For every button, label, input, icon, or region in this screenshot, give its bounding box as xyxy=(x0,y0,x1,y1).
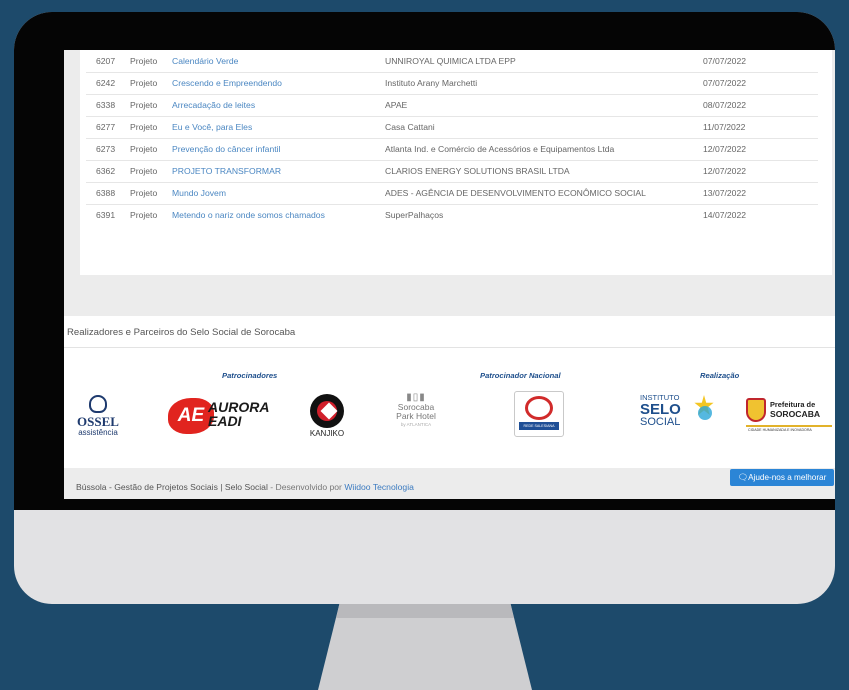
project-organization: Casa Cattani xyxy=(385,116,703,139)
project-id: 6207 xyxy=(86,50,130,73)
monitor-stand-shadow xyxy=(336,604,514,618)
table-row: 6388 Projeto Mundo Jovem ADES - AGÊNCIA DE … xyxy=(86,182,818,205)
project-date: 07/07/2022 xyxy=(703,50,818,73)
project-id: 6338 xyxy=(86,94,130,117)
project-date: 08/07/2022 xyxy=(703,94,818,117)
table-row: 6391 Projeto Metendo o nariz onde somos ch… xyxy=(86,204,818,226)
selo-dot-icon xyxy=(698,406,712,420)
project-name-link[interactable]: Arrecadação de leites xyxy=(172,94,385,117)
project-id: 6388 xyxy=(86,182,130,205)
project-organization: UNNIROYAL QUIMICA LTDA EPP xyxy=(385,50,703,73)
project-date: 12/07/2022 xyxy=(703,160,818,183)
selo-line2: SELO xyxy=(640,401,681,418)
project-date: 13/07/2022 xyxy=(703,182,818,205)
project-type: Projeto xyxy=(130,210,158,221)
project-type: Projeto xyxy=(130,160,172,183)
project-organization: Instituto Arany Marchetti xyxy=(385,72,703,95)
project-name-link[interactable]: Metendo o nariz onde somos chamados xyxy=(172,204,385,226)
park-hotel-logo[interactable]: ▮▯▮ Sorocaba Park Hotel by ATLANTICA xyxy=(386,392,446,427)
selo-text: INSTITUTO SELO SOCIAL xyxy=(640,392,681,428)
project-name-link[interactable]: Mundo Jovem xyxy=(172,182,385,205)
project-type: Projeto xyxy=(130,116,172,139)
monitor-bezel: 6207 Projeto Calendário Verde UNNIROYAL QUI… xyxy=(14,12,835,510)
project-date: 11/07/2022 xyxy=(703,116,818,139)
category-realization: Realização xyxy=(700,371,740,380)
project-name-link[interactable]: PROJETO TRANSFORMAR xyxy=(172,160,385,183)
prefeitura-tagline: CIDADE HUMANIZADA E INOVADORA xyxy=(748,428,812,432)
kanjiko-logo[interactable]: KANJIKO xyxy=(300,394,354,438)
footer-brand: Bússola - Gestão de Projetos Sociais | S… xyxy=(76,482,268,492)
project-organization: SuperPalhaços xyxy=(385,210,444,221)
help-improve-button[interactable]: 🗨Ajude-nos a melhorar xyxy=(730,469,834,486)
footer-developer-link[interactable]: Wiidoo Tecnologia xyxy=(344,482,414,492)
project-name-link[interactable]: Calendário Verde xyxy=(172,50,385,73)
instituto-selo-social-logo[interactable]: INSTITUTO SELO SOCIAL xyxy=(640,392,716,438)
project-organization: ADES - AGÊNCIA DE DESENVOLVIMENTO ECONÔM… xyxy=(385,182,703,205)
city-crest-icon xyxy=(746,398,766,422)
rede-salesiana-emblem-icon xyxy=(525,396,553,420)
selo-line3: SOCIAL xyxy=(640,416,681,428)
park-hotel-line2: Park Hotel xyxy=(396,411,436,421)
table-row: 6362 Projeto PROJETO TRANSFORMAR CLARIOS EN… xyxy=(86,160,818,183)
chat-icon: 🗨 xyxy=(737,473,749,482)
projects-panel: 6207 Projeto Calendário Verde UNNIROYAL QUI… xyxy=(80,50,832,275)
ossel-name: OSSEL xyxy=(77,414,119,429)
projects-table: 6207 Projeto Calendário Verde UNNIROYAL QUI… xyxy=(86,50,818,226)
project-date: 14/07/2022 xyxy=(703,210,747,221)
table-row: 6242 Projeto Crescendo e Empreendendo Insti… xyxy=(86,72,818,95)
prefeitura-line1: Prefeitura de xyxy=(770,400,816,409)
ossel-logo[interactable]: OSSEL assistência xyxy=(68,395,128,437)
project-name-link[interactable]: Eu e Você, para Eles xyxy=(172,116,385,139)
table-row: 6273 Projeto Prevenção do câncer infantil A… xyxy=(86,138,818,161)
project-id: 6273 xyxy=(86,138,130,161)
partners-logos: Patrocinadores Patrocinador Nacional Rea… xyxy=(64,348,835,468)
project-date: 07/07/2022 xyxy=(703,72,818,95)
kanjiko-name: KANJIKO xyxy=(309,429,345,438)
category-sponsors: Patrocinadores xyxy=(222,371,278,380)
project-date: 12/07/2022 xyxy=(703,138,818,161)
ossel-emblem-icon xyxy=(89,395,107,413)
project-id: 6362 xyxy=(86,160,130,183)
category-national-sponsor: Patrocinador Nacional xyxy=(480,371,561,380)
aurora-line2: EADI xyxy=(208,413,242,429)
aurora-eadi-logo[interactable]: AE AURORA EADI xyxy=(168,396,280,436)
table-row: 6207 Projeto Calendário Verde UNNIROYAL QUI… xyxy=(86,50,818,73)
monitor: 6207 Projeto Calendário Verde UNNIROYAL QUI… xyxy=(14,12,835,604)
table-row: 6277 Projeto Eu e Você, para Eles Casa Catt… xyxy=(86,116,818,139)
prefeitura-divider xyxy=(746,425,832,427)
project-id: 6391 xyxy=(96,210,116,221)
prefeitura-line2: SOROCABA xyxy=(770,409,821,419)
footer-developed-by: - Desenvolvido por xyxy=(267,482,345,492)
aurora-text: AURORA EADI xyxy=(208,400,269,428)
partners-heading: Realizadores e Parceiros do Selo Social … xyxy=(64,316,835,348)
aurora-line1: AURORA xyxy=(208,399,270,415)
table-row: 6338 Projeto Arrecadação de leites APAE 08/0… xyxy=(86,94,818,117)
rede-salesiana-logo[interactable]: REDE SALESIANA BRASIL xyxy=(514,391,564,437)
project-id: 6242 xyxy=(86,72,130,95)
screen: 6207 Projeto Calendário Verde UNNIROYAL QUI… xyxy=(64,50,835,499)
project-type: Projeto xyxy=(130,182,172,205)
project-organization: APAE xyxy=(385,94,703,117)
project-organization: Atlanta Ind. e Comércio de Acessórios e … xyxy=(385,138,703,161)
project-organization: CLARIOS ENERGY SOLUTIONS BRASIL LTDA xyxy=(385,160,703,183)
park-hotel-sub: by ATLANTICA xyxy=(400,422,432,427)
project-id: 6277 xyxy=(86,116,130,139)
project-type: Projeto xyxy=(130,138,172,161)
project-type: Projeto xyxy=(130,94,172,117)
footer: Bússola - Gestão de Projetos Sociais | S… xyxy=(64,468,835,499)
ossel-subtitle: assistência xyxy=(78,428,118,437)
project-name-link[interactable]: Crescendo e Empreendendo xyxy=(172,72,385,95)
rede-salesiana-name: REDE SALESIANA BRASIL xyxy=(519,422,559,436)
kanjiko-emblem-icon xyxy=(310,394,344,428)
prefeitura-sorocaba-logo[interactable]: Prefeitura de SOROCABA CIDADE HUMANIZADA… xyxy=(746,396,832,432)
project-type: Projeto xyxy=(130,72,172,95)
project-name-link[interactable]: Prevenção do câncer infantil xyxy=(172,138,385,161)
project-type: Projeto xyxy=(130,50,172,73)
help-improve-label: Ajude-nos a melhorar xyxy=(748,473,827,482)
